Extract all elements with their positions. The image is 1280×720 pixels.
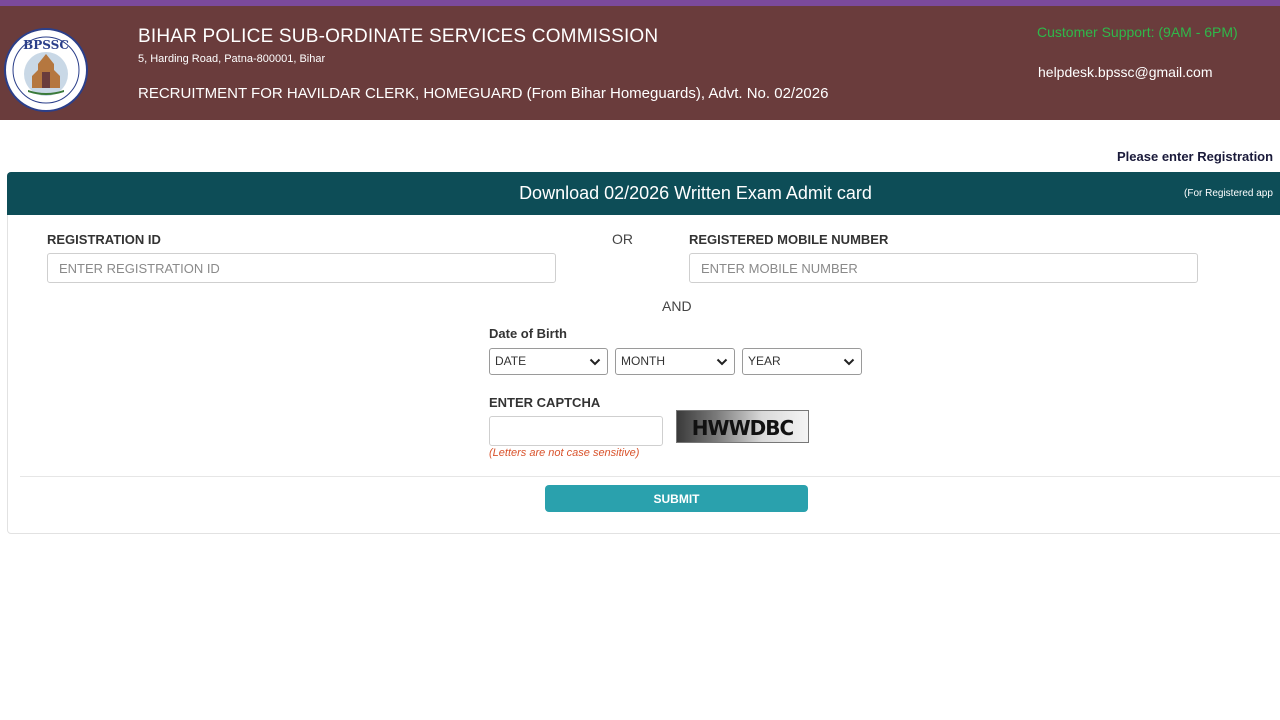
org-address: 5, Harding Road, Patna-800001, Bihar	[138, 53, 326, 65]
dob-label: Date of Birth	[489, 326, 567, 341]
dob-date-select[interactable]: DATE	[489, 348, 608, 375]
mobile-number-label: REGISTERED MOBILE NUMBER	[689, 232, 889, 247]
dob-year-select[interactable]: YEAR	[742, 348, 862, 375]
registered-applicants-note: (For Registered app	[1184, 188, 1273, 199]
captcha-image: HWWDBC	[676, 410, 809, 443]
and-separator: AND	[662, 298, 692, 314]
admit-card-header: Download 02/2026 Written Exam Admit card…	[7, 172, 1280, 215]
logo-text: BPSSC	[23, 38, 69, 52]
dob-month-select[interactable]: MONTH	[615, 348, 735, 375]
registration-id-input[interactable]	[47, 253, 556, 283]
recruitment-title: RECRUITMENT FOR HAVILDAR CLERK, HOMEGUAR…	[138, 85, 829, 102]
submit-button[interactable]: SUBMIT	[545, 485, 808, 512]
dob-month-value: MONTH	[621, 354, 665, 368]
captcha-image-text: HWWDBC	[691, 416, 794, 440]
or-separator: OR	[612, 231, 633, 247]
registration-notice: Please enter Registration	[1117, 149, 1274, 164]
bpssc-logo: BPSSC	[4, 28, 88, 112]
chevron-down-icon	[716, 358, 728, 366]
admit-card-title: Download 02/2026 Written Exam Admit card	[519, 183, 872, 203]
site-header: BPSSC BIHAR POLICE SUB-ORDINATE SERVICES…	[0, 6, 1280, 120]
helpdesk-email: helpdesk.bpssc@gmail.com	[1038, 64, 1213, 80]
mobile-number-input[interactable]	[689, 253, 1198, 283]
form-divider	[20, 476, 1280, 477]
dob-year-value: YEAR	[748, 354, 781, 368]
captcha-label: ENTER CAPTCHA	[489, 395, 601, 410]
chevron-down-icon	[589, 358, 601, 366]
dob-date-value: DATE	[495, 354, 527, 368]
org-name: BIHAR POLICE SUB-ORDINATE SERVICES COMMI…	[138, 26, 659, 47]
captcha-hint: (Letters are not case sensitive)	[489, 447, 640, 459]
chevron-down-icon	[843, 358, 855, 366]
registration-id-label: REGISTRATION ID	[47, 232, 161, 247]
captcha-input[interactable]	[489, 416, 663, 446]
customer-support-hours: Customer Support: (9AM - 6PM)	[1037, 24, 1238, 40]
